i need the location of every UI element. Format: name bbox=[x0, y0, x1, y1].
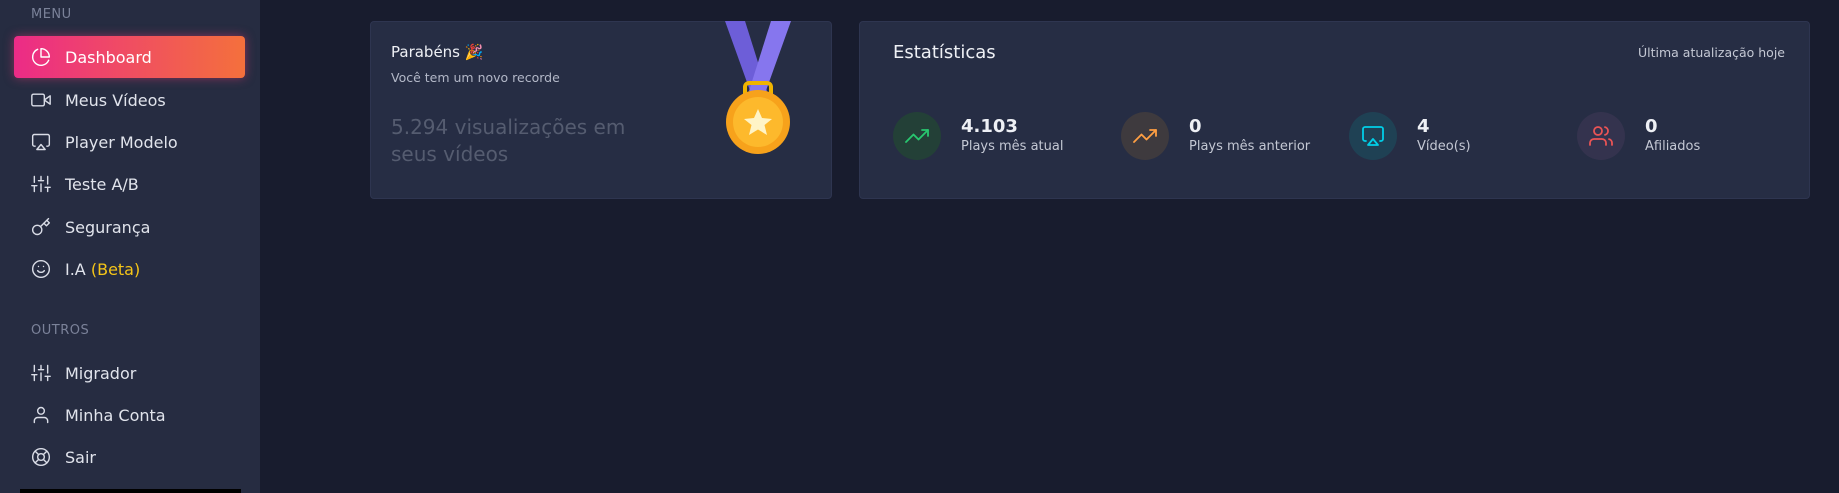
video-camera-icon bbox=[30, 89, 52, 111]
stat-affiliates: 0 Afiliados bbox=[1577, 111, 1700, 161]
sidebar-item-label: Sair bbox=[65, 447, 96, 467]
sidebar-item-label: Player Modelo bbox=[65, 132, 178, 152]
sidebar-item-dashboard[interactable]: Dashboard bbox=[14, 36, 245, 78]
stat-value: 0 bbox=[1645, 116, 1658, 137]
menu-section-title: MENU bbox=[31, 7, 72, 22]
sidebar-item-sair[interactable]: Sair bbox=[14, 436, 245, 478]
sidebar-item-label: Dashboard bbox=[65, 47, 152, 67]
stat-value: 4.103 bbox=[961, 116, 1018, 137]
life-buoy-icon bbox=[30, 446, 52, 468]
sliders-icon bbox=[30, 362, 52, 384]
sliders-icon bbox=[30, 173, 52, 195]
airplay-icon bbox=[30, 131, 52, 153]
sidebar-item-meus-videos[interactable]: Meus Vídeos bbox=[14, 79, 245, 121]
user-icon bbox=[30, 404, 52, 426]
beta-badge: (Beta) bbox=[90, 259, 141, 279]
trending-up-icon bbox=[893, 112, 941, 160]
stat-label: Afiliados bbox=[1645, 139, 1701, 154]
trending-up-icon bbox=[1121, 112, 1169, 160]
sidebar-item-player-modelo[interactable]: Player Modelo bbox=[14, 121, 245, 163]
sidebar-item-label: Segurança bbox=[65, 217, 151, 237]
sidebar-item-label: Teste A/B bbox=[65, 174, 139, 194]
smile-icon bbox=[30, 258, 52, 280]
others-section-title: OUTROS bbox=[31, 323, 90, 338]
key-icon bbox=[30, 216, 52, 238]
sidebar-item-migrador[interactable]: Migrador bbox=[14, 352, 245, 394]
sidebar-item-seguranca[interactable]: Segurança bbox=[14, 206, 245, 248]
sidebar-item-label: Meus Vídeos bbox=[65, 90, 166, 110]
congrats-subtitle: Você tem um novo recorde bbox=[391, 70, 560, 85]
sidebar-footer-bar bbox=[20, 489, 241, 493]
record-views-text: 5.294 visualizações em seus vídeos bbox=[391, 115, 626, 166]
stat-plays-current-month: 4.103 Plays mês atual bbox=[893, 111, 1063, 161]
sidebar-item-label-group: I.A (Beta) bbox=[65, 260, 140, 279]
sidebar-item-minha-conta[interactable]: Minha Conta bbox=[14, 394, 245, 436]
stats-updated-text: Última atualização hoje bbox=[1637, 45, 1785, 60]
sidebar-item-label: Minha Conta bbox=[65, 405, 166, 425]
sidebar-item-teste-ab[interactable]: Teste A/B bbox=[14, 163, 245, 205]
stats-title: Estatísticas bbox=[893, 42, 996, 63]
stat-videos: 4 Vídeo(s) bbox=[1349, 111, 1471, 161]
stat-label: Vídeo(s) bbox=[1417, 139, 1471, 154]
users-icon bbox=[1577, 112, 1625, 160]
congrats-title: Parabéns 🎉 bbox=[391, 43, 484, 61]
congrats-card: Parabéns 🎉 Você tem um novo recorde 5.29… bbox=[370, 21, 832, 199]
medal-icon bbox=[725, 21, 791, 154]
stat-plays-previous-month: 0 Plays mês anterior bbox=[1121, 111, 1310, 161]
pie-chart-icon bbox=[30, 46, 52, 68]
sidebar-item-ia[interactable]: I.A (Beta) bbox=[14, 248, 245, 290]
stat-label: Plays mês atual bbox=[961, 139, 1064, 154]
sidebar-item-label: I.A bbox=[65, 259, 86, 279]
stats-card: Estatísticas Última atualização hoje 4.1… bbox=[859, 21, 1810, 199]
stat-value: 0 bbox=[1189, 116, 1202, 137]
stat-label: Plays mês anterior bbox=[1189, 139, 1311, 154]
sidebar-item-label: Migrador bbox=[65, 363, 137, 383]
stat-value: 4 bbox=[1417, 116, 1430, 137]
airplay-icon bbox=[1349, 112, 1397, 160]
sidebar: MENU Dashboard Meus Vídeos Player Modelo… bbox=[0, 0, 260, 493]
